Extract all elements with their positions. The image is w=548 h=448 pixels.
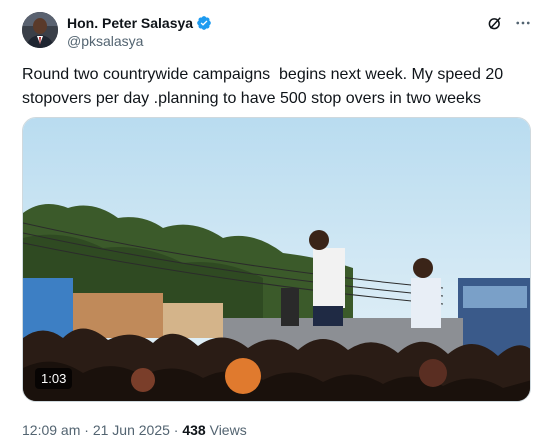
avatar[interactable]: [22, 12, 58, 48]
video-duration: 1:03: [35, 368, 73, 389]
video-frame: [23, 118, 530, 401]
tweet-time[interactable]: 12:09 am: [22, 422, 80, 438]
meta-separator: ·: [80, 422, 93, 438]
meta-separator: ·: [169, 422, 183, 438]
verified-badge-icon: [196, 15, 212, 31]
author-display-name[interactable]: Hon. Peter Salasya: [67, 15, 193, 31]
grok-icon[interactable]: [484, 12, 506, 34]
views-label: Views: [205, 422, 247, 438]
author-handle[interactable]: @pksalasya: [67, 33, 212, 49]
tweet-meta: 12:09 am · 21 Jun 2025 · 438 Views: [22, 422, 247, 438]
more-icon[interactable]: [512, 12, 534, 34]
video-player[interactable]: 1:03: [22, 117, 531, 402]
views-count[interactable]: 438: [182, 422, 205, 438]
tweet-text: Round two countrywide campaigns begins n…: [22, 66, 508, 107]
tweet-header: Hon. Peter Salasya @pksalasya: [22, 12, 534, 52]
tweet-date[interactable]: 21 Jun 2025: [93, 422, 170, 438]
